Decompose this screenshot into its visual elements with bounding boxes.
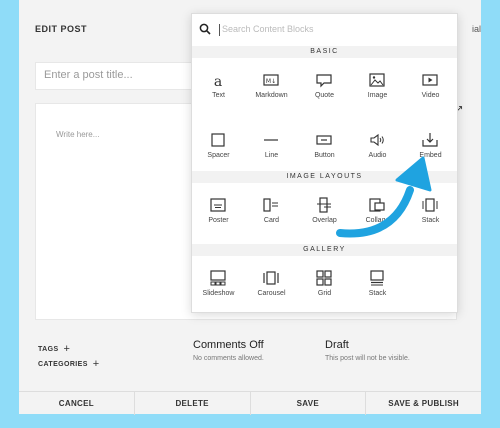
highlight-arrow [336,156,432,238]
